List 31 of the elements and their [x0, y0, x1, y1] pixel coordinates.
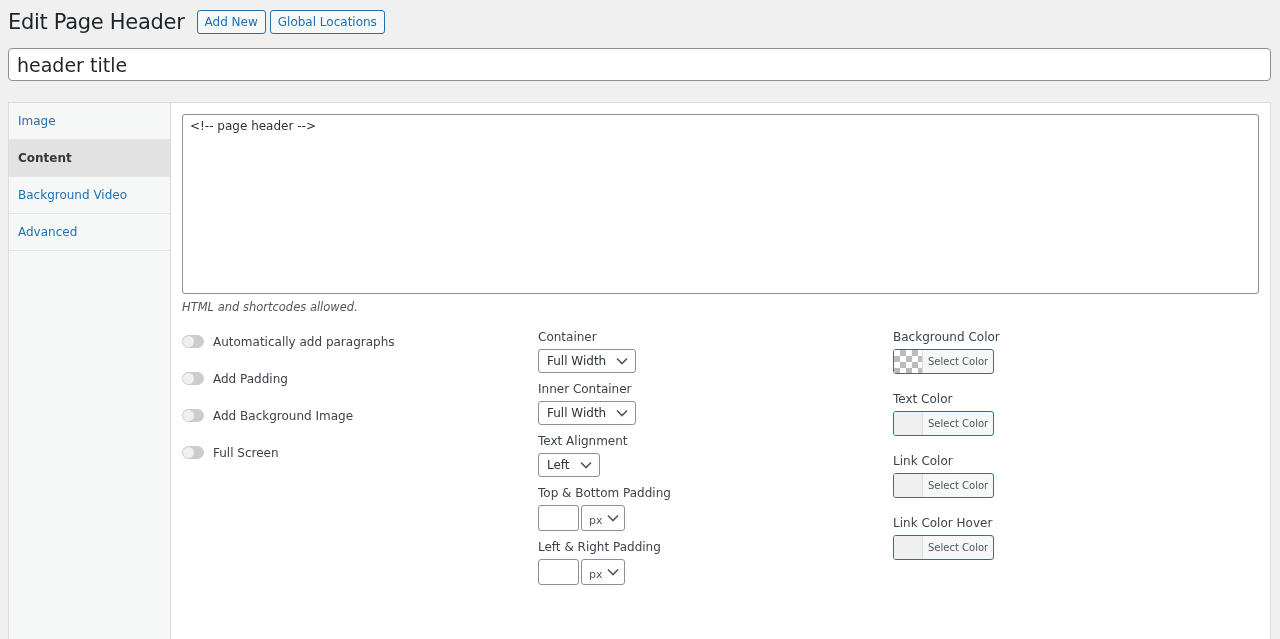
field-label: Container [538, 330, 598, 344]
select-dropdown[interactable]: Full Width [538, 401, 637, 425]
field-label: Inner Container [538, 382, 633, 396]
field-label: Top & Bottom Padding [538, 486, 672, 500]
color-picker-button[interactable]: Select Color [893, 473, 995, 498]
color-picker-button[interactable]: Select Color [893, 349, 995, 374]
field-label: Link Color [893, 454, 954, 468]
toggle-label: Add Background Image [213, 408, 354, 423]
select-dropdown[interactable]: Full Width [538, 349, 637, 373]
action-button[interactable]: Add New [196, 10, 266, 34]
unit-dropdown[interactable]: px [581, 505, 625, 531]
toggle-label: Add Padding [213, 371, 288, 386]
field-label: Background Color [893, 330, 1000, 344]
field-label: Text Color [893, 392, 954, 406]
title-field[interactable]: header title [8, 48, 1271, 81]
field-label: Text Alignment [538, 434, 629, 448]
toggle-label: Automatically add paragraphs [213, 334, 395, 349]
field-label: Link Color Hover [893, 516, 994, 530]
action-button[interactable]: Global Locations [269, 10, 385, 34]
sidebar-tab[interactable]: Advanced [9, 214, 170, 251]
select-dropdown[interactable]: Left [538, 453, 600, 477]
field-label: Left & Right Padding [538, 540, 662, 554]
page-title: Edit Page Header [8, 10, 185, 34]
sidebar-tab[interactable]: Background Video [9, 177, 170, 214]
color-picker-button[interactable]: Select Color [893, 411, 995, 436]
sidebar-tab[interactable]: Content [9, 140, 170, 177]
hint-text: HTML and shortcodes allowed. [182, 300, 359, 314]
code-textarea[interactable]: <!-- page header --> [182, 114, 1259, 294]
unit-dropdown[interactable]: px [581, 559, 625, 585]
color-picker-button[interactable]: Select Color [893, 535, 995, 560]
toggle-label: Full Screen [213, 445, 279, 460]
